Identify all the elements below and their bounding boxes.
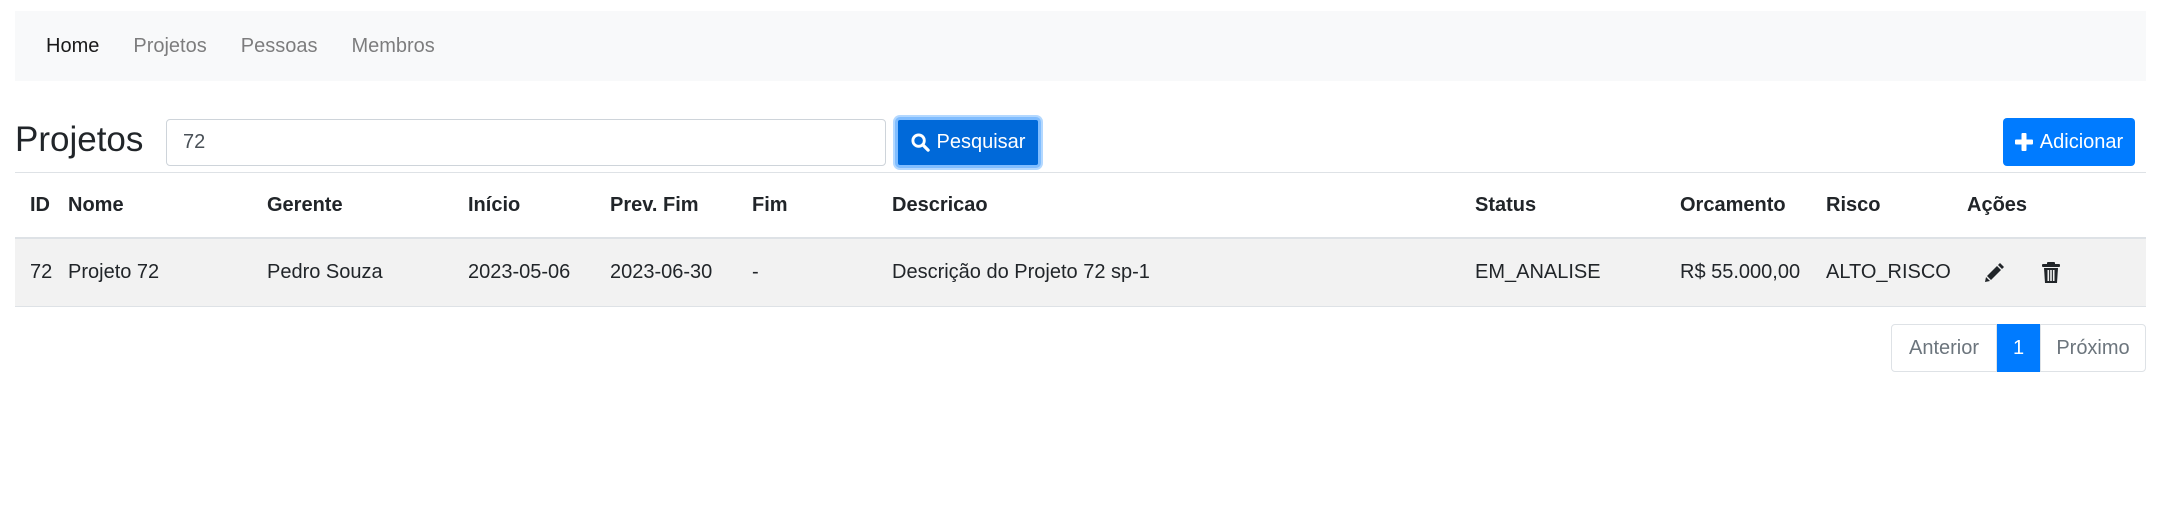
cell-nome: Projeto 72 (68, 238, 267, 307)
nav-item-membros[interactable]: Membros (351, 35, 434, 58)
column-header-id: ID (15, 172, 68, 239)
column-header-fim: Fim (752, 172, 892, 239)
pagination-page-1[interactable]: 1 (1997, 324, 2040, 372)
pagination-previous[interactable]: Anterior (1891, 324, 1997, 372)
nav-item-projetos[interactable]: Projetos (133, 35, 206, 58)
search-input[interactable] (166, 119, 886, 166)
cell-risco: ALTO_RISCO (1826, 238, 1967, 307)
pagination: Anterior 1 Próximo (1891, 324, 2146, 372)
search-icon (911, 133, 930, 152)
add-button-label: Adicionar (2039, 130, 2124, 153)
column-header-gerente: Gerente (267, 172, 468, 239)
cell-descricao: Descrição do Projeto 72 sp-1 (892, 238, 1475, 307)
column-header-nome: Nome (68, 172, 267, 239)
pagination-next[interactable]: Próximo (2040, 324, 2146, 372)
column-header-status: Status (1475, 172, 1680, 239)
cell-acoes (1967, 238, 2146, 307)
nav-item-home[interactable]: Home (46, 35, 99, 58)
projects-table: ID Nome Gerente Início Prev. Fim Fim Des… (15, 172, 2146, 307)
column-header-acoes: Ações (1967, 172, 2146, 239)
cell-orcamento: R$ 55.000,00 (1680, 238, 1826, 307)
top-navbar: Home Projetos Pessoas Membros (15, 11, 2146, 81)
column-header-inicio: Início (468, 172, 610, 239)
cell-id: 72 (15, 238, 68, 307)
delete-button[interactable] (2041, 261, 2061, 284)
cell-prev-fim: 2023-06-30 (610, 238, 752, 307)
cell-gerente: Pedro Souza (267, 238, 468, 307)
column-header-prev-fim: Prev. Fim (610, 172, 752, 239)
cell-status: EM_ANALISE (1475, 238, 1680, 307)
add-button[interactable]: Adicionar (2003, 118, 2135, 166)
column-header-orcamento: Orcamento (1680, 172, 1826, 239)
nav-item-pessoas[interactable]: Pessoas (241, 35, 318, 58)
column-header-descricao: Descricao (892, 172, 1475, 239)
search-button[interactable]: Pesquisar (895, 117, 1041, 168)
cell-fim: - (752, 238, 892, 307)
edit-button[interactable] (1983, 262, 2005, 284)
column-header-risco: Risco (1826, 172, 1967, 239)
plus-icon (2014, 133, 2033, 151)
search-button-label: Pesquisar (936, 131, 1026, 153)
table-header-row: ID Nome Gerente Início Prev. Fim Fim Des… (15, 172, 2146, 239)
trash-icon (2041, 261, 2060, 283)
pencil-icon (1985, 262, 2004, 282)
table-row: 72 Projeto 72 Pedro Souza 2023-05-06 202… (15, 238, 2146, 307)
page-title: Projetos (15, 120, 144, 159)
cell-inicio: 2023-05-06 (468, 238, 610, 307)
